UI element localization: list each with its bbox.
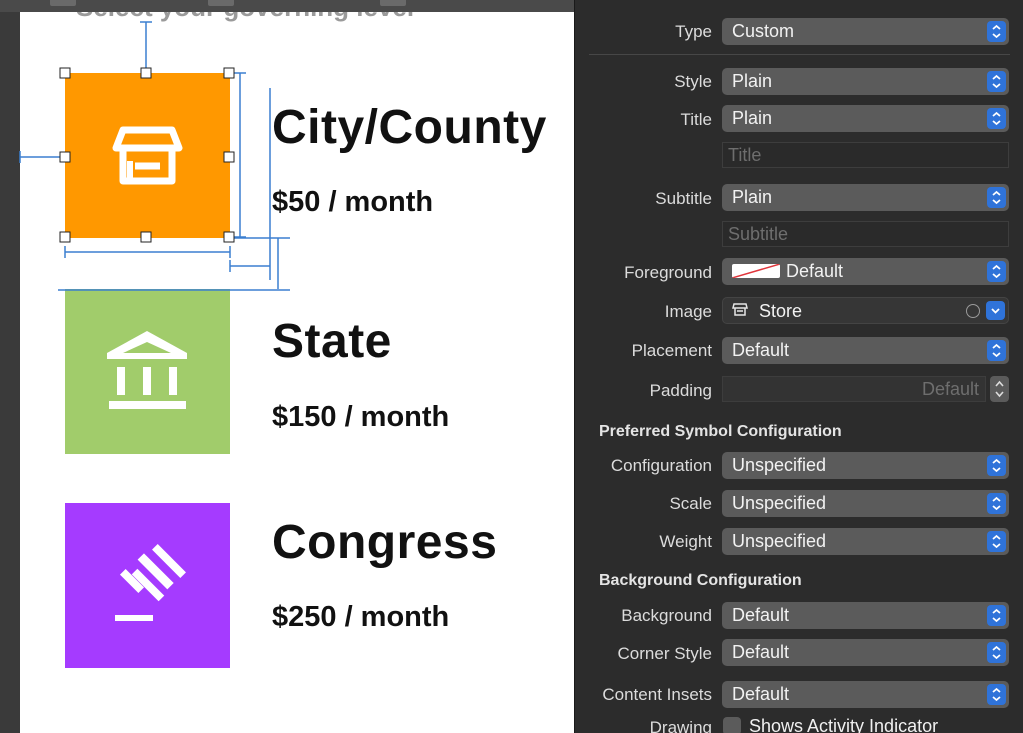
- chevron-updown-icon: [987, 684, 1006, 705]
- screen-header: Select your governing level: [76, 12, 414, 23]
- symbol-config-section-header: Preferred Symbol Configuration: [599, 423, 842, 440]
- activity-indicator-checkbox[interactable]: [723, 717, 741, 733]
- weight-value: Unspecified: [732, 531, 827, 551]
- image-combo-field[interactable]: Store: [722, 297, 1009, 324]
- canvas-top-strip: [0, 0, 574, 12]
- weight-popup[interactable]: Unspecified: [722, 528, 1009, 555]
- background-config-section-header: Background Configuration: [599, 572, 802, 589]
- row-price-congress: $250 / month: [272, 601, 450, 633]
- placement-value: Default: [732, 340, 790, 360]
- store-icon: [112, 126, 183, 185]
- background-value: Default: [732, 605, 790, 625]
- subtitle-value: Plain: [732, 187, 773, 207]
- subtitle-placeholder: Subtitle: [728, 224, 789, 244]
- image-label: Image: [664, 302, 712, 321]
- row-title-city-county: City/County: [272, 101, 547, 154]
- image-value: Store: [759, 301, 803, 321]
- content-insets-value: Default: [732, 684, 790, 704]
- store-icon: [732, 303, 748, 322]
- scale-popup[interactable]: Unspecified: [722, 490, 1009, 517]
- city-county-tile[interactable]: [65, 73, 230, 238]
- weight-label: Weight: [659, 532, 712, 551]
- gavel-icon: [115, 544, 186, 621]
- chevron-updown-icon: [987, 455, 1006, 476]
- padding-placeholder: Default: [921, 379, 979, 399]
- subtitle-text-field[interactable]: Subtitle: [722, 221, 1009, 247]
- chevron-updown-icon: [987, 493, 1006, 514]
- placement-label: Placement: [631, 341, 712, 360]
- device-screen: Select your governing level City/County …: [20, 12, 574, 733]
- canvas-area[interactable]: Select your governing level City/County …: [0, 0, 574, 733]
- configuration-popup[interactable]: Unspecified: [722, 452, 1009, 479]
- chevron-updown-icon: [987, 531, 1006, 552]
- strip-mark: [380, 0, 406, 6]
- padding-label: Padding: [649, 381, 712, 400]
- foreground-color-popup[interactable]: Default: [722, 258, 1009, 285]
- title-popup[interactable]: Plain: [722, 105, 1009, 132]
- row-title-state: State: [272, 315, 392, 368]
- chevron-updown-icon: [987, 21, 1006, 42]
- title-label: Title: [680, 110, 713, 129]
- chevron-updown-icon: [987, 605, 1006, 626]
- chevron-updown-icon: [987, 261, 1006, 282]
- foreground-label: Foreground: [624, 263, 712, 282]
- strip-mark: [50, 0, 76, 6]
- configuration-value: Unspecified: [732, 455, 827, 475]
- chevron-updown-icon: [987, 187, 1006, 208]
- chevron-updown-icon: [987, 340, 1006, 361]
- state-tile[interactable]: [65, 289, 230, 454]
- scale-label: Scale: [669, 494, 712, 513]
- building-columns-icon: [107, 331, 187, 409]
- type-label: Type: [675, 22, 712, 41]
- congress-tile[interactable]: [65, 503, 230, 668]
- style-value: Plain: [732, 71, 773, 91]
- padding-field[interactable]: Default: [722, 376, 986, 402]
- chevron-updown-icon: [987, 71, 1006, 92]
- placement-popup[interactable]: Default: [722, 337, 1009, 364]
- configuration-label: Configuration: [610, 456, 712, 475]
- corner-style-label: Corner Style: [617, 644, 712, 663]
- title-text-field[interactable]: Title: [722, 142, 1009, 168]
- chevron-updown-icon: [987, 642, 1006, 663]
- background-label: Background: [621, 606, 712, 625]
- color-swatch-icon: [732, 264, 780, 278]
- content-insets-label: Content Insets: [602, 685, 712, 704]
- row-price-city-county: $50 / month: [272, 186, 434, 218]
- activity-indicator-checkbox-label[interactable]: Shows Activity Indicator: [749, 716, 938, 733]
- title-placeholder: Title: [728, 145, 762, 165]
- scale-value: Unspecified: [732, 493, 827, 513]
- chevron-updown-icon: [987, 108, 1006, 129]
- background-popup[interactable]: Default: [722, 602, 1009, 629]
- type-popup[interactable]: Custom: [722, 18, 1009, 45]
- divider: [589, 54, 1010, 55]
- type-value: Custom: [732, 21, 795, 41]
- content-insets-popup[interactable]: Default: [722, 681, 1009, 708]
- subtitle-label: Subtitle: [655, 189, 712, 208]
- padding-stepper[interactable]: [990, 376, 1009, 402]
- corner-style-value: Default: [732, 642, 790, 662]
- corner-style-popup[interactable]: Default: [722, 639, 1009, 666]
- chevron-down-icon[interactable]: [986, 301, 1005, 320]
- title-value: Plain: [732, 108, 773, 128]
- style-label: Style: [674, 72, 712, 91]
- strip-mark: [208, 0, 234, 6]
- foreground-value: Default: [786, 261, 844, 281]
- row-price-state: $150 / month: [272, 401, 450, 433]
- drawing-label: Drawing: [649, 718, 712, 733]
- subtitle-popup[interactable]: Plain: [722, 184, 1009, 211]
- arrow-circle-icon[interactable]: [966, 304, 980, 318]
- style-popup[interactable]: Plain: [722, 68, 1009, 95]
- row-title-congress: Congress: [272, 516, 498, 569]
- attributes-inspector: Type Custom Style Plain Title Plain Titl…: [574, 0, 1023, 733]
